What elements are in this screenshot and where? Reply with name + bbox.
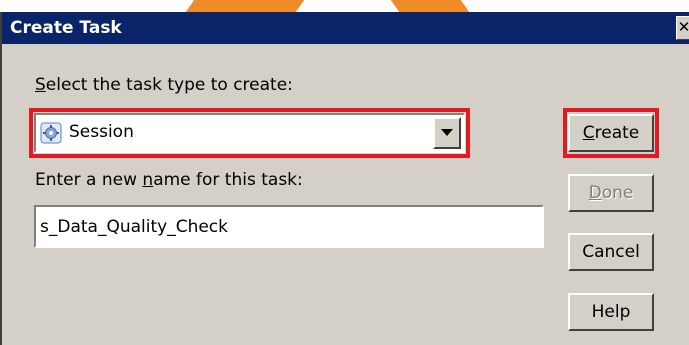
dialog-title: Create Task (10, 18, 122, 38)
done-button[interactable]: Done (568, 174, 654, 212)
session-gear-icon (40, 122, 62, 144)
close-button[interactable]: ✕ (676, 16, 689, 40)
dropdown-button[interactable] (433, 117, 461, 149)
mnemonic-underline: S (35, 75, 46, 95)
task-type-label: Select the task type to create: (35, 75, 293, 95)
mnemonic-underline: C (582, 123, 595, 143)
task-name-input[interactable] (34, 205, 544, 248)
create-button[interactable]: Create (568, 114, 654, 152)
decorative-stripe (185, 0, 305, 12)
create-task-dialog: Create Task ✕ Select the task type to cr… (0, 12, 689, 345)
cancel-button[interactable]: Cancel (568, 233, 654, 271)
chevron-down-icon (441, 129, 453, 136)
mnemonic-underline: n (142, 170, 154, 190)
decorative-stripe (390, 0, 470, 12)
title-bar[interactable]: Create Task ✕ (2, 12, 689, 44)
help-button[interactable]: Help (568, 293, 654, 331)
mnemonic-underline: D (588, 183, 602, 203)
task-type-value: Session (69, 122, 134, 142)
close-icon: ✕ (678, 18, 689, 36)
task-type-select[interactable]: Session (34, 113, 465, 153)
task-name-label: Enter a new name for this task: (35, 170, 303, 190)
